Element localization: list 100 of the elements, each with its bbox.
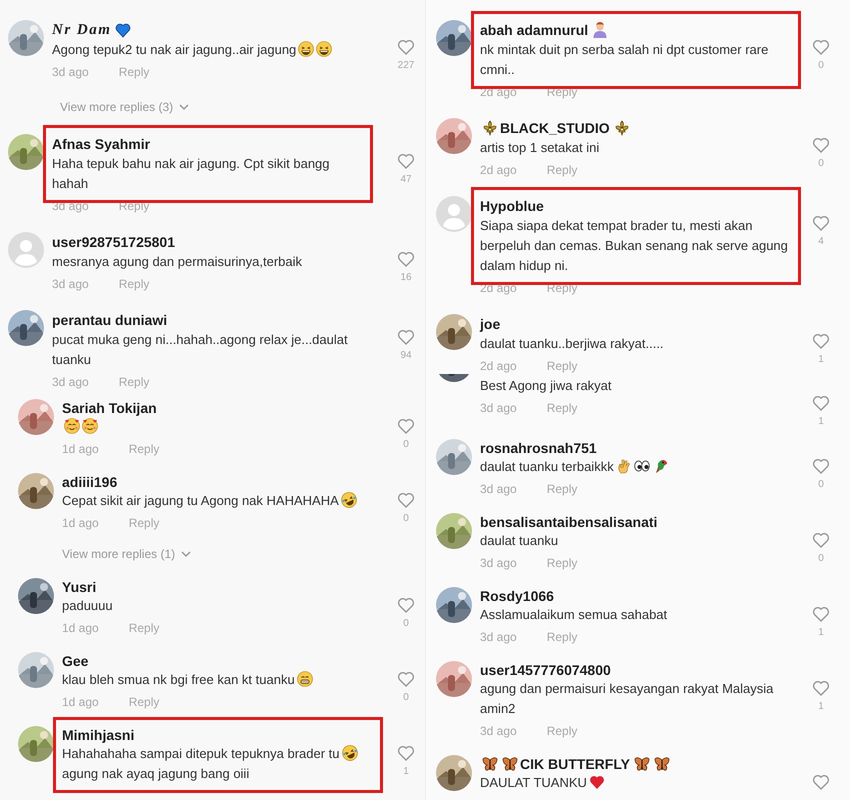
butterfly-icon — [502, 756, 518, 772]
reply-link[interactable]: Reply — [128, 616, 160, 640]
reply-link[interactable]: Reply — [546, 625, 578, 649]
like-count: 1 — [818, 354, 824, 365]
smiling-face-hearts-icon — [64, 418, 80, 434]
like-count: 0 — [403, 513, 409, 524]
smiling-face-hearts-icon — [82, 418, 98, 434]
username: Rosdy1066 — [480, 588, 554, 604]
view-replies-link[interactable]: View more replies (3) — [60, 100, 174, 114]
reply-link[interactable]: Reply — [128, 437, 160, 461]
comment-text: Best Agong jiwa rakyat — [480, 378, 612, 393]
timestamp: 3d ago — [480, 481, 517, 498]
comment-text: artis top 1 setakat ini — [480, 140, 600, 155]
like-count: 0 — [818, 479, 824, 490]
reply-link[interactable]: Reply — [118, 60, 150, 84]
like-icon[interactable] — [397, 491, 415, 509]
like-icon[interactable] — [397, 38, 415, 56]
username: Mimihjasni — [62, 727, 134, 743]
comment-text: paduuuu — [62, 598, 113, 613]
timestamp: 3d ago — [480, 400, 517, 417]
timestamp: 3d ago — [480, 629, 517, 646]
laughing-face-icon — [298, 41, 314, 57]
like-count: 4 — [818, 236, 824, 247]
comment-text: agung nak ayaq jagung bang oiii — [62, 766, 250, 781]
butterfly-icon — [482, 756, 498, 772]
username: Afnas Syahmir — [52, 136, 150, 152]
like-count: 1 — [818, 416, 824, 427]
laughing-face-icon — [316, 41, 332, 57]
like-count: 0 — [403, 618, 409, 629]
comment-text: daulat tuanku — [480, 533, 558, 548]
reply-link[interactable]: Reply — [546, 396, 578, 420]
comment-text: daulat tuanku terbaikkk — [480, 459, 614, 474]
timestamp: 1d ago — [62, 515, 99, 532]
timestamp: 3d ago — [52, 374, 89, 391]
like-icon[interactable] — [812, 38, 830, 56]
username: bensalisantaibensalisanati — [480, 514, 658, 530]
reply-link[interactable]: Reply — [118, 370, 150, 394]
like-icon[interactable] — [812, 394, 830, 412]
username: user1457776074800 — [480, 662, 611, 678]
caret-icon — [179, 103, 190, 111]
username: Yusri — [62, 579, 96, 595]
comment-text: DAULAT TUANKU — [480, 775, 587, 790]
timestamp: 3d ago — [480, 555, 517, 572]
like-icon[interactable] — [397, 596, 415, 614]
like-icon[interactable] — [812, 457, 830, 475]
like-icon[interactable] — [812, 679, 830, 697]
person-icon — [592, 22, 608, 38]
username: Nr Dam — [52, 22, 112, 38]
like-icon[interactable] — [812, 531, 830, 549]
timestamp: 3d ago — [480, 723, 517, 740]
like-count: 1 — [403, 766, 409, 777]
heart-icon — [115, 22, 132, 38]
username: CIK BUTTERFLY — [520, 756, 630, 772]
like-icon[interactable] — [812, 605, 830, 623]
like-icon[interactable] — [397, 670, 415, 688]
like-icon[interactable] — [812, 136, 830, 154]
timestamp: 2d ago — [480, 162, 517, 179]
like-icon[interactable] — [397, 744, 415, 762]
reply-link[interactable]: Reply — [546, 719, 578, 743]
comment-text: Haha tepuk bahu nak air jagung. Cpt sikit bangg hahah — [52, 156, 330, 191]
reply-link[interactable]: Reply — [546, 551, 578, 575]
like-count: 0 — [818, 553, 824, 564]
reply-link[interactable]: Reply — [128, 511, 160, 535]
like-icon[interactable] — [397, 328, 415, 346]
timestamp: 1d ago — [62, 694, 99, 711]
like-icon[interactable] — [397, 250, 415, 268]
reply-link[interactable]: Reply — [128, 690, 160, 714]
fleur-de-lis-icon — [614, 120, 630, 136]
reply-link[interactable]: Reply — [118, 272, 150, 296]
like-count: 227 — [398, 60, 414, 71]
comment-text: nk mintak duit pn serba salah ni dpt customer rare cmni.. — [480, 42, 768, 77]
comment-text: klau bleh smua nk bgi free kan kt tuanku — [62, 672, 295, 687]
like-icon[interactable] — [812, 773, 830, 791]
like-icon[interactable] — [812, 332, 830, 350]
timestamp: 1d ago — [62, 620, 99, 637]
like-count: 1 — [818, 701, 824, 712]
reply-link[interactable]: Reply — [546, 477, 578, 501]
username: Hypoblue — [480, 198, 544, 214]
comment-text: Agong tepuk2 tu nak air jagung..air jagung — [52, 42, 296, 57]
reply-link[interactable]: Reply — [546, 354, 578, 378]
caret-icon — [181, 550, 192, 558]
like-count: 94 — [400, 350, 412, 361]
butterfly-icon — [634, 756, 650, 772]
fleur-de-lis-icon — [482, 120, 498, 136]
like-icon[interactable] — [397, 152, 415, 170]
like-count: 0 — [403, 692, 409, 703]
comment-text: pucat muka geng ni...hahah..agong relax je...daulat tuanku — [52, 332, 348, 367]
username: Sariah Tokijan — [62, 400, 157, 416]
reply-link[interactable]: Reply — [546, 158, 578, 182]
like-icon[interactable] — [812, 214, 830, 232]
like-count: 0 — [818, 158, 824, 169]
butterfly-icon — [654, 756, 670, 772]
view-replies-link[interactable]: View more replies (1) — [62, 547, 176, 561]
like-icon[interactable] — [397, 417, 415, 435]
hand-icon — [616, 458, 632, 474]
laughing-tears-face-icon — [340, 492, 357, 508]
timestamp: 3d ago — [52, 276, 89, 293]
like-count: 1 — [818, 627, 824, 638]
like-count: 47 — [400, 174, 412, 185]
timestamp: 3d ago — [52, 64, 89, 81]
